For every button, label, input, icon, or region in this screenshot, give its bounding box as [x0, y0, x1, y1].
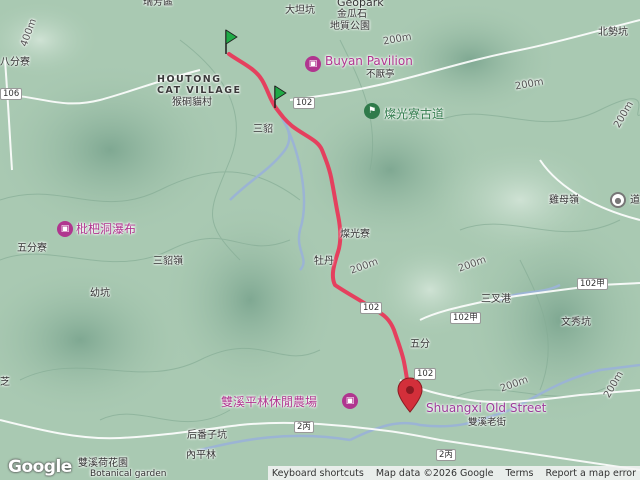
attribution-bar: Keyboard shortcuts Map data ©2026 Google… — [267, 466, 640, 480]
info-icon[interactable]: ● — [610, 192, 626, 208]
label-shuangxi-farm[interactable]: 雙溪平林休閒農場 — [221, 396, 317, 408]
label-ruifang-district: 瑞芳區 — [143, 0, 173, 8]
label-lotus-en: Botanical garden — [90, 469, 167, 479]
label-houtong-en: HOUTONG CAT VILLAGE — [157, 74, 242, 96]
label-beishihkeng: 北勢坑 — [598, 27, 628, 38]
label-geopark-en: Geopark — [337, 0, 384, 9]
label-wufenliao: 五分寮 — [17, 243, 47, 254]
keyboard-shortcuts-link[interactable]: Keyboard shortcuts — [272, 468, 364, 479]
label-pipadong[interactable]: 枇杷洞瀑布 — [76, 223, 136, 235]
label-geopark-zh: 地質公園 — [330, 21, 370, 32]
label-sandiaoling: 三貂嶺 — [153, 256, 183, 267]
road-shield-2c: 2丙 — [294, 421, 314, 433]
label-buyan-zh: 不厭亭 — [366, 69, 395, 80]
label-baliaoliao: 八分寮 — [0, 57, 30, 68]
label-dao: 道 — [630, 195, 640, 206]
road-shield-102a: 102甲 — [450, 312, 481, 324]
road-shield-2c: 2丙 — [436, 449, 456, 461]
label-wufen: 五分 — [410, 339, 430, 350]
label-neipinglin: 內平林 — [186, 450, 216, 461]
label-youkeng: 幼坑 — [90, 288, 110, 299]
label-canguangliao-trail[interactable]: 燦光寮古道 — [384, 108, 444, 120]
label-shuangxi-en[interactable]: Shuangxi Old Street — [426, 402, 546, 414]
road-shield-102: 102 — [293, 97, 316, 109]
road-shield-102: 102 — [414, 368, 437, 380]
road-shield-106: 106 — [0, 88, 23, 100]
farm-icon[interactable]: ▣ — [342, 393, 358, 409]
google-logo[interactable]: Google — [8, 457, 72, 477]
road-shield-102: 102 — [360, 302, 383, 314]
label-canguangliao: 燦光寮 — [340, 229, 370, 240]
label-sandiao: 三貂 — [253, 124, 273, 135]
label-lotus-zh: 雙溪荷花園 — [78, 458, 128, 469]
label-buyan-en[interactable]: Buyan Pavilion — [325, 55, 413, 67]
label-houtong-zh: 猴硐貓村 — [172, 97, 212, 108]
trail-icon[interactable]: ⚑ — [364, 103, 380, 119]
label-dachukeng: 大坦坑 — [285, 5, 315, 16]
pipadong-waterfall-icon[interactable]: ▣ — [57, 221, 73, 237]
label-wenxiukeng: 文秀坑 — [561, 317, 591, 328]
label-shuangxi-zh: 雙溪老街 — [468, 417, 507, 428]
buyan-pavilion-icon[interactable]: ▣ — [305, 56, 321, 72]
label-houfanzikeng: 后番子坑 — [187, 430, 227, 441]
label-zhi: 芝 — [0, 377, 10, 388]
label-sanchagang: 三叉港 — [481, 294, 511, 305]
road-shield-102a: 102甲 — [577, 278, 608, 290]
map-data-text: Map data ©2026 Google — [375, 467, 494, 479]
label-leimuling: 雞母嶺 — [549, 195, 579, 206]
report-map-error-link[interactable]: Report a map error — [546, 468, 636, 479]
terms-link[interactable]: Terms — [506, 468, 534, 479]
label-jinguashi: 金瓜石 — [337, 9, 367, 20]
label-mudan: 牡丹 — [314, 256, 334, 267]
